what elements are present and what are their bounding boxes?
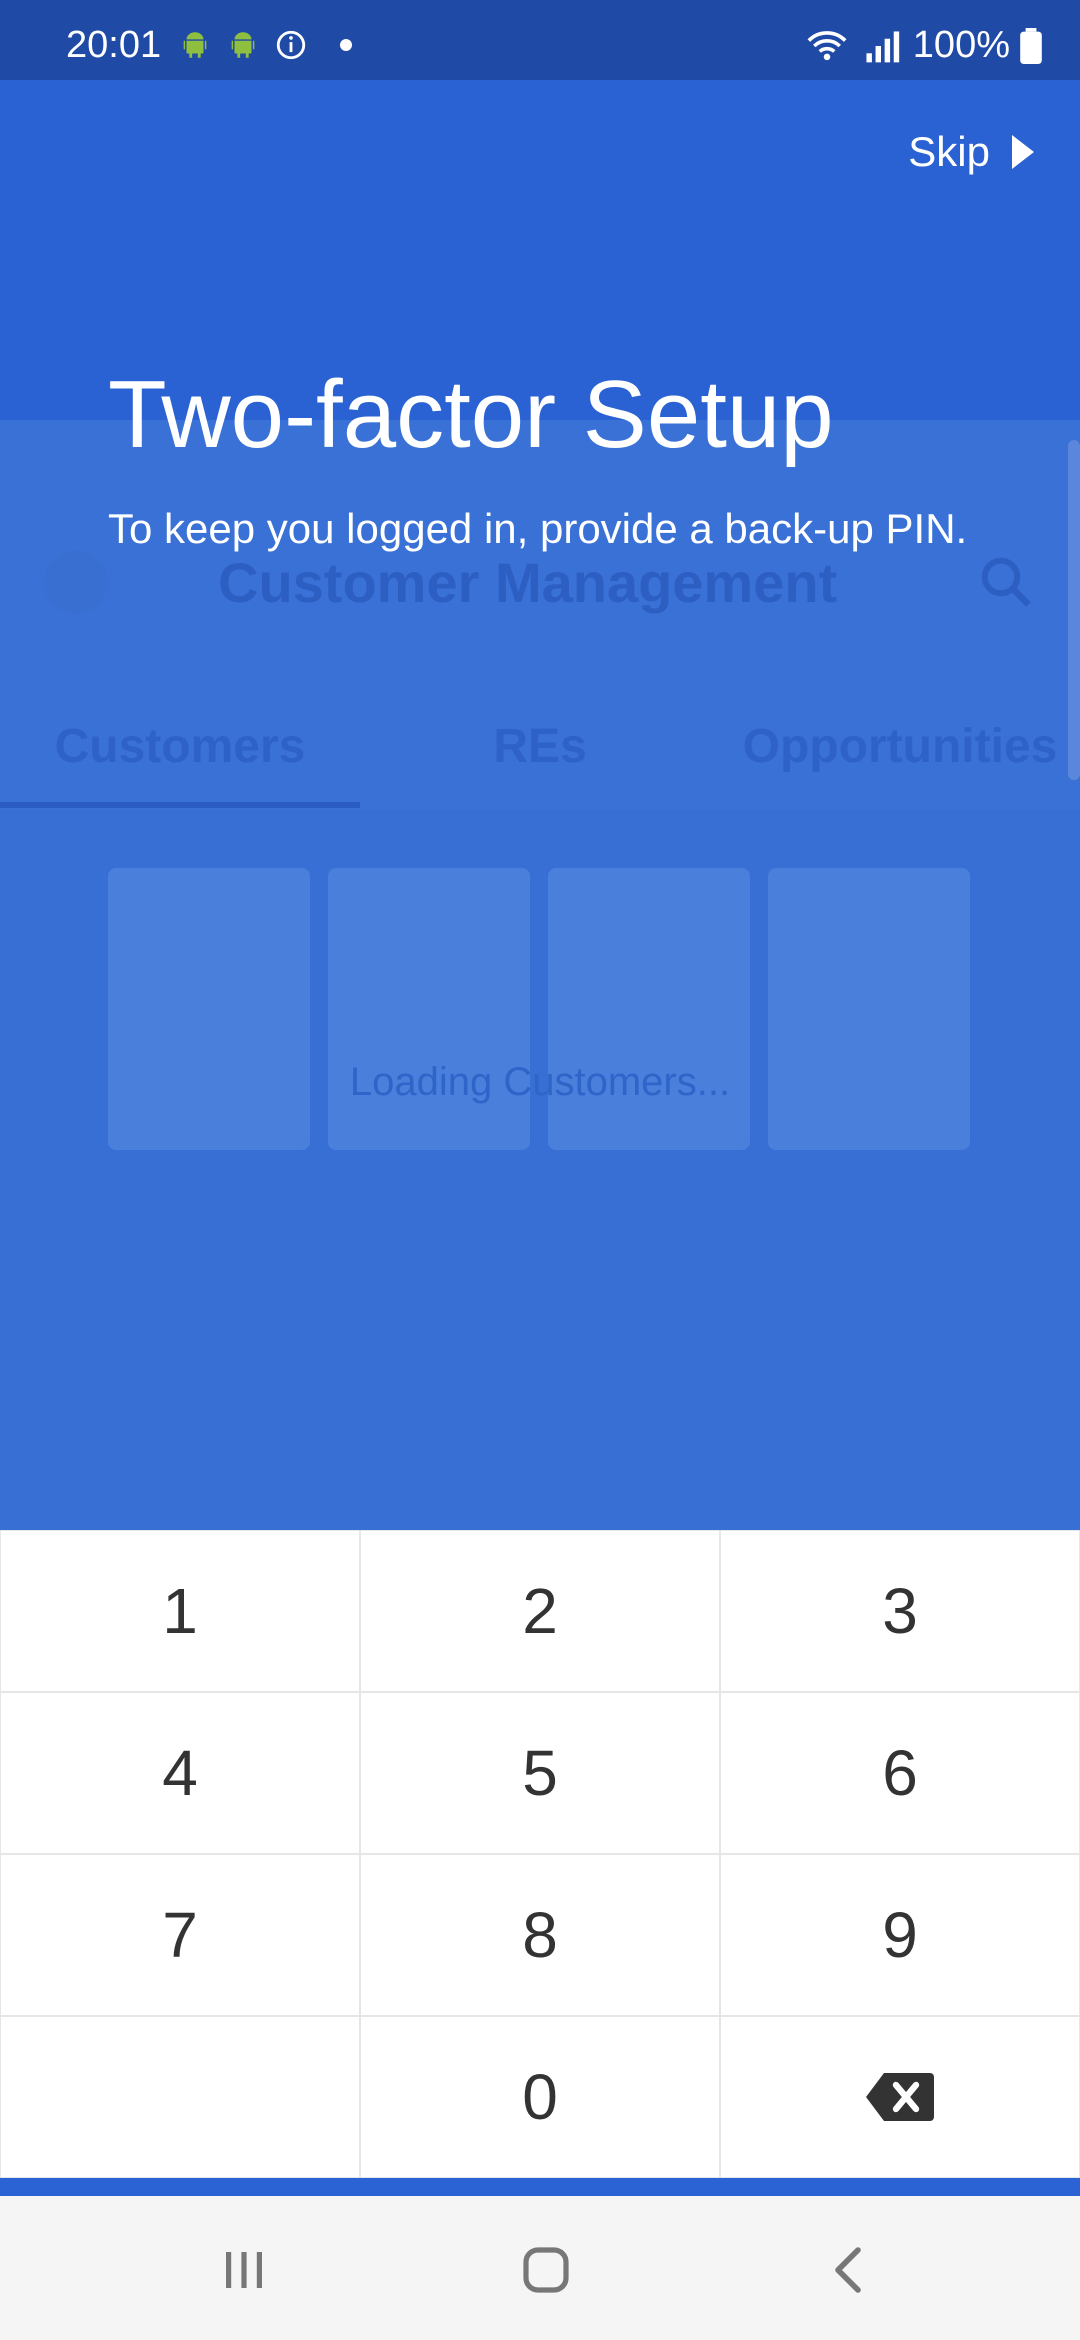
home-icon[interactable] [516,2240,576,2300]
key-8[interactable]: 8 [360,1854,720,2016]
loading-card [768,868,970,1150]
scroll-indicator [1068,440,1080,780]
key-6[interactable]: 6 [720,1692,1080,1854]
info-icon [276,30,306,60]
page-title: Two-factor Setup [108,361,834,468]
key-1[interactable]: 1 [0,1530,360,1692]
key-7[interactable]: 7 [0,1854,360,2016]
status-right: 100% [805,24,1042,67]
tab-customers: Customers [54,719,306,773]
battery-percent: 100% [912,24,1010,66]
key-9[interactable]: 9 [720,1854,1080,2016]
status-notification-icons [178,28,352,62]
loading-card [548,868,750,1150]
key-2[interactable]: 2 [360,1530,720,1692]
skip-button[interactable]: Skip [908,128,1034,176]
loading-card [328,868,530,1150]
tab-res: REs [493,719,587,773]
background-header: Customer Management Customers REs Opport… [0,420,1080,810]
wifi-icon [807,30,847,60]
backspace-button[interactable] [720,2016,1080,2178]
signal-icon [866,30,899,62]
back-icon[interactable] [820,2240,880,2300]
dot-icon [340,39,352,51]
background-app: Customer Management Customers REs Opport… [0,420,1080,1530]
chevron-right-icon [1012,135,1034,169]
android-icon [231,32,255,58]
tab-indicator [0,802,360,808]
status-bar: 20:01 100% [0,0,1080,80]
recents-icon[interactable] [214,2240,274,2300]
status-time: 20:01 [66,24,162,66]
page-subtitle: To keep you logged in, provide a back-up… [108,505,968,552]
backspace-icon [866,2073,934,2121]
navigation-bar [0,2196,1080,2340]
key-0[interactable]: 0 [360,2016,720,2178]
key-3[interactable]: 3 [720,1530,1080,1692]
battery-icon [1020,27,1042,64]
background-title: Customer Management [218,551,838,614]
loading-text: Loading Customers... [349,1060,731,1104]
key-empty [0,2016,360,2178]
android-icon [183,32,207,58]
skip-label: Skip [908,128,990,175]
loading-cards [108,868,970,1150]
tab-opportunities: Opportunities [742,719,1058,773]
key-5[interactable]: 5 [360,1692,720,1854]
loading-card [108,868,310,1150]
search-icon [981,557,1031,607]
background-tabs: Customers REs Opportunities [0,682,1080,810]
background-back-icon [44,550,108,614]
key-4[interactable]: 4 [0,1692,360,1854]
pin-keypad: 1 2 3 4 5 6 7 8 9 0 [0,1530,1080,2178]
